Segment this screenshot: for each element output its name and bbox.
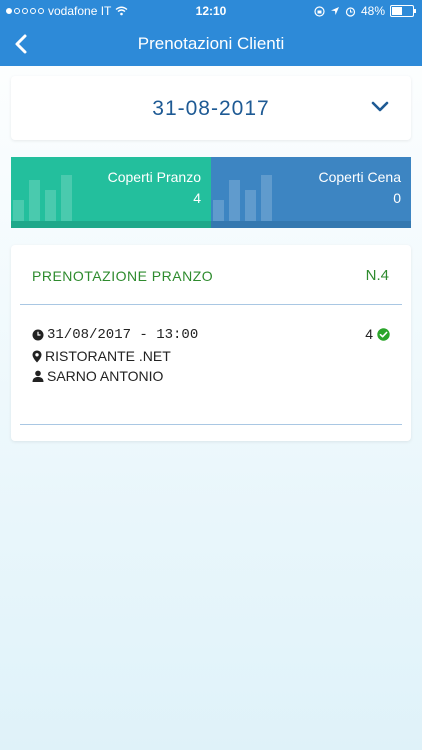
person-icon [32,370,44,382]
booking-covers: 4 [365,326,390,342]
booking-datetime: 31/08/2017 - 13:00 [32,327,198,343]
tile-strip [11,221,211,228]
booking-customer: SARNO ANTONIO [32,368,163,384]
booking-place: RISTORANTE .NET [32,348,171,364]
dinner-covers-label: Coperti Cena [318,169,402,185]
alarm-icon [345,6,356,17]
section-title: PRENOTAZIONE PRANZO [32,268,214,284]
booking-covers-value: 4 [365,326,373,342]
lunch-covers-value: 4 [193,190,201,206]
map-pin-icon [32,350,42,362]
booking-place-text: RISTORANTE .NET [45,348,171,364]
date-selector[interactable]: 31-08-2017 [11,76,411,140]
battery-percent: 48% [360,4,385,18]
status-right: 48% [314,4,416,18]
orientation-lock-icon [314,5,325,17]
location-icon [330,7,339,15]
lunch-covers-tile: Coperti Pranzo 4 [11,157,211,228]
divider [20,424,402,425]
bar-chart-icon [13,175,72,221]
booking-datetime-text: 31/08/2017 - 13:00 [47,327,199,343]
tile-strip [211,221,411,228]
navigation-bar: Prenotazioni Clienti [0,22,422,66]
booking-customer-text: SARNO ANTONIO [47,368,164,384]
lunch-covers-label: Coperti Pranzo [107,169,201,185]
chevron-down-icon[interactable] [371,100,389,114]
dinner-covers-value: 0 [393,190,401,206]
selected-date: 31-08-2017 [152,97,270,120]
dinner-covers-tile: Coperti Cena 0 [211,157,411,228]
section-count: N.4 [365,267,389,284]
battery-icon [390,5,416,17]
status-bar: vodafone IT 12:10 48% [0,0,422,22]
booking-section: PRENOTAZIONE PRANZO N.4 31/08/2017 - 13:… [11,245,411,441]
page-title: Prenotazioni Clienti [137,34,285,53]
confirmed-check-icon [377,327,390,341]
covers-summary: Coperti Pranzo 4 Coperti Cena 0 [11,157,411,228]
bar-chart-icon [213,175,272,221]
divider [20,304,402,305]
clock-icon [32,329,44,341]
